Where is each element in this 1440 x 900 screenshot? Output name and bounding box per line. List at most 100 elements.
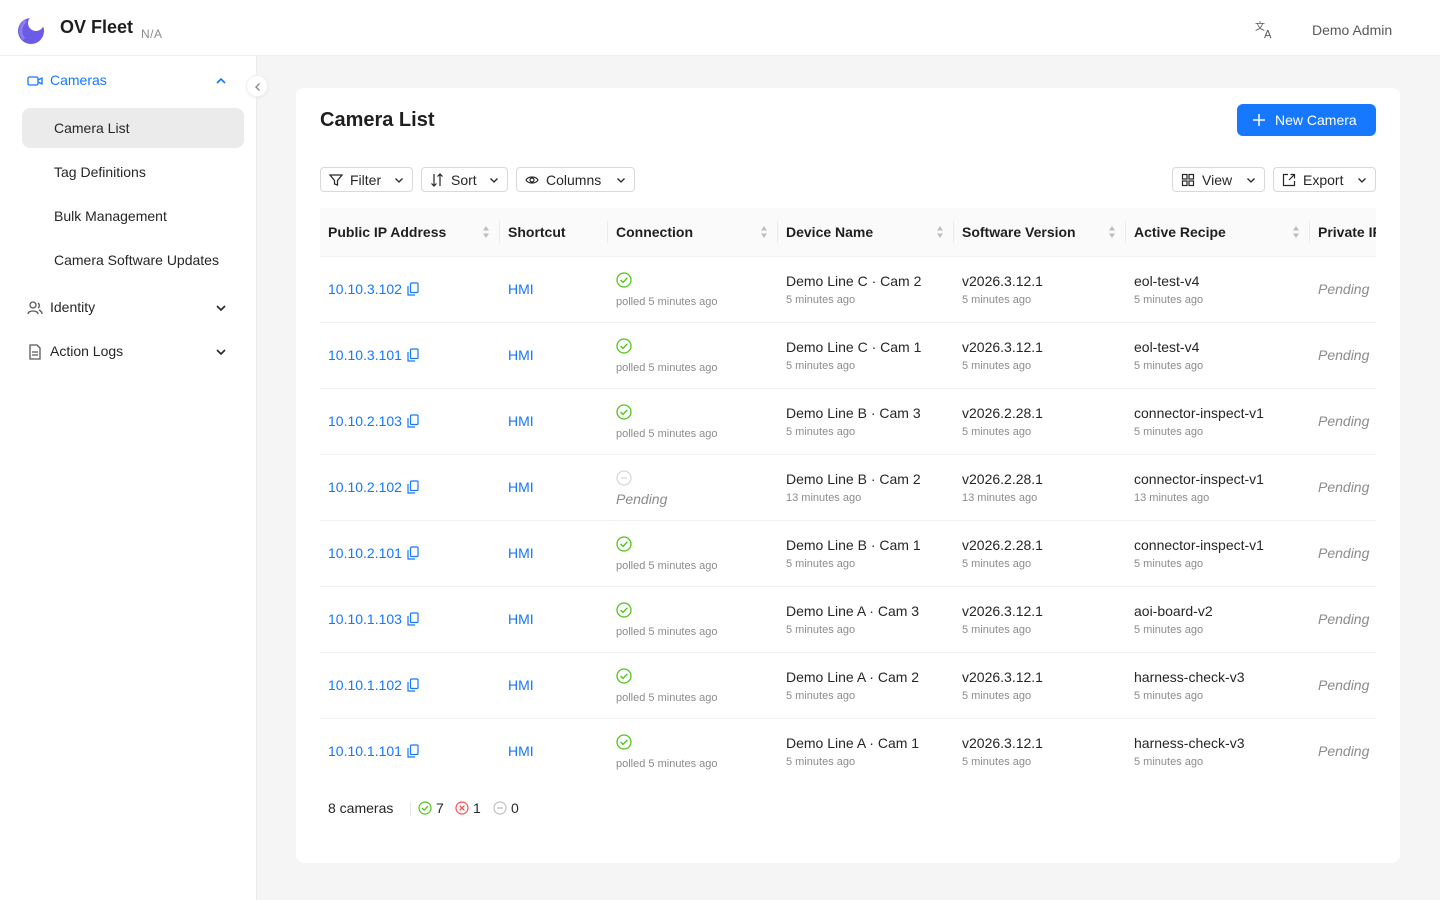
cell-device-name: Demo Line C · Cam 1 5 minutes ago [778, 322, 954, 389]
column-header-private-ip[interactable]: Private IP [1310, 208, 1376, 257]
public-ip-link[interactable]: 10.10.2.103 [328, 413, 402, 429]
sidebar-item-label: Tag Definitions [54, 164, 146, 180]
sidebar-collapse-button[interactable] [246, 75, 268, 97]
cell-software-version: v2026.3.12.1 5 minutes ago [954, 256, 1126, 323]
table-row[interactable]: 10.10.1.103 HMI polled 5 minutes ago Demo L… [320, 586, 1376, 653]
sort-arrows-icon [1109, 226, 1115, 238]
column-header-active-recipe[interactable]: Active Recipe [1126, 208, 1310, 257]
check-circle-icon [616, 272, 632, 288]
copy-icon[interactable] [407, 546, 419, 560]
version-time: 5 minutes ago [962, 689, 1032, 702]
connection-time: polled 5 minutes ago [616, 560, 718, 572]
sidebar-item-label: Camera Software Updates [54, 252, 219, 268]
sort-arrows-icon [937, 226, 943, 238]
column-header-label: Active Recipe [1134, 223, 1226, 240]
version-time: 5 minutes ago [962, 557, 1032, 570]
copy-icon[interactable] [407, 612, 419, 626]
public-ip-link[interactable]: 10.10.3.101 [328, 347, 402, 363]
table-row[interactable]: 10.10.2.101 HMI polled 5 minutes ago Demo L… [320, 520, 1376, 587]
hmi-link[interactable]: HMI [508, 611, 534, 627]
nav-group-action-logs[interactable]: Action Logs [0, 332, 257, 372]
cell-device-name: Demo Line A · Cam 2 5 minutes ago [778, 652, 954, 719]
device-time: 5 minutes ago [786, 293, 856, 306]
nav-group-identity[interactable]: Identity [0, 288, 257, 328]
filter-label: Filter [350, 172, 382, 188]
hmi-link[interactable]: HMI [508, 347, 534, 363]
check-circle-icon [616, 602, 632, 618]
nav-group-label: Cameras [50, 72, 107, 88]
chevron-down-icon [216, 305, 226, 312]
export-button[interactable]: Export [1273, 167, 1376, 192]
column-header-device-name[interactable]: Device Name [778, 208, 954, 257]
hmi-link[interactable]: HMI [508, 479, 534, 495]
app-logo-icon [18, 15, 44, 44]
table-row[interactable]: 10.10.2.102 HMI Pending Demo Line B · Cam 2… [320, 454, 1376, 521]
cell-public-ip: 10.10.2.103 [320, 388, 500, 455]
column-header-connection[interactable]: Connection [608, 208, 778, 257]
sidebar-item-tag-definitions[interactable]: Tag Definitions [22, 152, 244, 192]
sidebar-item-camera-software-updates[interactable]: Camera Software Updates [22, 240, 244, 280]
chevron-down-icon [1358, 178, 1366, 183]
table-row[interactable]: 10.10.1.101 HMI polled 5 minutes ago Demo L… [320, 718, 1376, 784]
public-ip-link[interactable]: 10.10.2.102 [328, 479, 402, 495]
column-header-label: Device Name [786, 223, 874, 240]
hmi-link[interactable]: HMI [508, 545, 534, 561]
sidebar-item-camera-list[interactable]: Camera List [22, 108, 244, 148]
version-time: 13 minutes ago [962, 491, 1038, 504]
cell-shortcut: HMI [500, 520, 608, 587]
sort-arrows-icon [1293, 226, 1299, 238]
cell-active-recipe: aoi-board-v2 5 minutes ago [1126, 586, 1310, 653]
public-ip-link[interactable]: 10.10.1.103 [328, 611, 402, 627]
check-circle-icon [616, 536, 632, 552]
copy-icon[interactable] [407, 282, 419, 296]
translate-icon[interactable]: 文 A [1254, 18, 1276, 40]
copy-icon[interactable] [407, 480, 419, 494]
cell-shortcut: HMI [500, 718, 608, 784]
cell-shortcut: HMI [500, 256, 608, 323]
view-button[interactable]: View [1172, 167, 1265, 192]
new-camera-button[interactable]: New Camera [1237, 104, 1376, 136]
cell-device-name: Demo Line B · Cam 2 13 minutes ago [778, 454, 954, 521]
copy-icon[interactable] [407, 678, 419, 692]
cell-private-ip: Pending [1310, 586, 1376, 653]
table-row[interactable]: 10.10.3.101 HMI polled 5 minutes ago Demo L… [320, 322, 1376, 389]
table-row[interactable]: 10.10.3.102 HMI polled 5 minutes ago Demo L… [320, 256, 1376, 323]
filter-button[interactable]: Filter [320, 167, 413, 192]
cell-connection: polled 5 minutes ago [608, 256, 778, 323]
public-ip-link[interactable]: 10.10.1.102 [328, 677, 402, 693]
sort-button[interactable]: Sort [421, 167, 508, 192]
column-header-software-version[interactable]: Software Version [954, 208, 1126, 257]
cell-shortcut: HMI [500, 454, 608, 521]
public-ip-link[interactable]: 10.10.3.102 [328, 281, 402, 297]
copy-icon[interactable] [407, 744, 419, 758]
cell-software-version: v2026.3.12.1 5 minutes ago [954, 652, 1126, 719]
table-row[interactable]: 10.10.1.102 HMI polled 5 minutes ago Demo L… [320, 652, 1376, 719]
recipe-time: 13 minutes ago [1134, 491, 1210, 504]
cell-connection: polled 5 minutes ago [608, 652, 778, 719]
hmi-link[interactable]: HMI [508, 281, 534, 297]
public-ip-link[interactable]: 10.10.2.101 [328, 545, 402, 561]
sidebar-item-bulk-management[interactable]: Bulk Management [22, 196, 244, 236]
columns-button[interactable]: Columns [516, 167, 635, 192]
cell-active-recipe: connector-inspect-v1 5 minutes ago [1126, 388, 1310, 455]
cell-shortcut: HMI [500, 652, 608, 719]
cell-connection: polled 5 minutes ago [608, 718, 778, 784]
column-header-public-ip[interactable]: Public IP Address [320, 208, 500, 257]
hmi-link[interactable]: HMI [508, 677, 534, 693]
table-row[interactable]: 10.10.2.103 HMI polled 5 minutes ago Demo L… [320, 388, 1376, 455]
sort-icon [431, 173, 443, 187]
filter-icon [329, 174, 343, 186]
device-name: Demo Line B · Cam 1 [786, 536, 921, 553]
software-version: v2026.3.12.1 [962, 668, 1043, 685]
copy-icon[interactable] [407, 348, 419, 362]
user-menu[interactable]: Demo Admin [1312, 22, 1392, 38]
copy-icon[interactable] [407, 414, 419, 428]
private-ip: Pending [1318, 545, 1370, 561]
hmi-link[interactable]: HMI [508, 413, 534, 429]
nav-group-cameras[interactable]: Cameras [0, 61, 257, 101]
cell-connection: polled 5 minutes ago [608, 388, 778, 455]
column-header-shortcut[interactable]: Shortcut [500, 208, 608, 257]
public-ip-link[interactable]: 10.10.1.101 [328, 743, 402, 759]
cell-device-name: Demo Line B · Cam 3 5 minutes ago [778, 388, 954, 455]
hmi-link[interactable]: HMI [508, 743, 534, 759]
